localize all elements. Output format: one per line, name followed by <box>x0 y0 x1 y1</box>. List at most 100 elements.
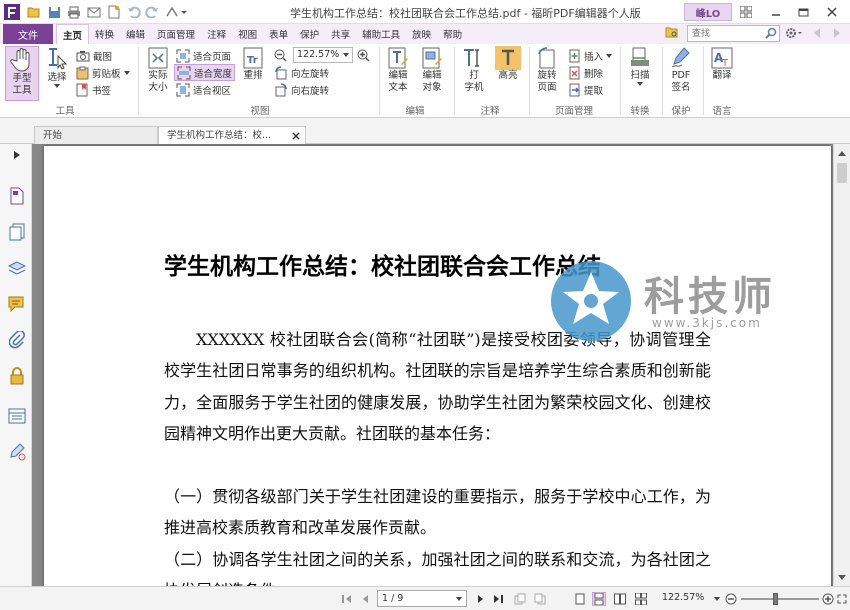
search-input[interactable] <box>688 26 760 41</box>
single-page-view-icon[interactable] <box>573 592 587 606</box>
new-document-icon[interactable] <box>106 4 122 20</box>
comments-icon[interactable] <box>7 294 27 314</box>
tab-presentation[interactable]: 放映 <box>406 24 437 44</box>
tab-help[interactable]: 帮助 <box>437 24 468 44</box>
expand-panel-icon[interactable] <box>7 148 27 162</box>
reflow-button[interactable]: Tr 重排 <box>240 46 266 101</box>
status-bar: 1 / 9 122.57% <box>0 586 850 610</box>
layers-pages-icon[interactable] <box>7 222 27 242</box>
hand-tool-button[interactable]: 手型 工具 <box>5 46 39 101</box>
fullscreen-icon[interactable] <box>836 592 848 606</box>
zoom-select[interactable]: 122.57% <box>293 47 353 63</box>
minimize-icon[interactable] <box>768 4 784 20</box>
extract-page-button[interactable]: 提取 <box>568 81 603 98</box>
continuous-view-icon[interactable] <box>592 592 606 606</box>
group-label-convert: 转换 <box>630 106 650 117</box>
folder-search-icon[interactable] <box>665 26 681 42</box>
settings-gear-icon[interactable] <box>784 26 804 42</box>
navigation-sidebar <box>0 144 32 586</box>
edit-object-button[interactable]: 编辑 对象 <box>416 46 448 101</box>
close-icon[interactable] <box>824 4 840 20</box>
rotate-right-button[interactable]: 向右旋转 <box>274 81 329 98</box>
form-fields-icon[interactable] <box>7 406 27 426</box>
file-menu[interactable]: 文件 <box>3 24 53 44</box>
tab-home[interactable]: 主页 <box>56 24 90 45</box>
attachment-icon[interactable] <box>7 330 27 350</box>
zoom-out-icon[interactable] <box>724 592 738 606</box>
select-tool-button[interactable]: 选择 <box>43 46 71 101</box>
fit-page-button[interactable]: 适合页面 <box>176 47 231 64</box>
fit-visible-button[interactable]: 适合视区 <box>176 81 231 98</box>
scrollbar-thumb[interactable] <box>837 163 847 183</box>
last-page-icon[interactable] <box>491 592 505 606</box>
pages-thumbnail-icon[interactable] <box>7 186 27 206</box>
chevron-down-icon <box>637 82 643 86</box>
zoom-in-icon[interactable] <box>357 49 371 63</box>
continuous-facing-view-icon[interactable] <box>634 592 648 606</box>
user-badge[interactable]: 峰LO <box>684 3 732 21</box>
zoom-menu-chevron-icon[interactable] <box>712 592 722 606</box>
scroll-down-icon[interactable] <box>834 569 850 585</box>
prev-page-icon[interactable] <box>358 592 372 606</box>
undo-icon[interactable] <box>126 4 142 20</box>
insert-page-button[interactable]: 插入 <box>568 47 615 64</box>
customize-toolbar-icon[interactable] <box>164 4 188 20</box>
open-icon[interactable] <box>26 4 42 20</box>
fit-width-button[interactable]: 适合宽度 <box>174 64 236 81</box>
highlight-button[interactable]: 高亮 <box>493 46 523 101</box>
tab-protect[interactable]: 保护 <box>294 24 325 44</box>
print-icon[interactable] <box>66 4 82 20</box>
next-page-icon[interactable] <box>474 592 488 606</box>
tab-share[interactable]: 共享 <box>325 24 356 44</box>
rotate-left-button[interactable]: 向左旋转 <box>274 64 329 81</box>
tab-accessibility[interactable]: 辅助工具 <box>356 24 406 44</box>
nav-forward-icon[interactable] <box>832 27 844 41</box>
signature-panel-icon[interactable] <box>7 442 27 462</box>
pdf-sign-button[interactable]: PDF 签名 <box>666 46 696 101</box>
search-icon[interactable] <box>765 27 777 39</box>
document-viewport[interactable]: 学生机构工作总结：校社团联合会工作总结 XXXXXX 校社团联合会(简称“社团联… <box>32 144 833 586</box>
clipboard-button[interactable]: 剪贴板 <box>76 64 133 81</box>
group-label-comment: 注释 <box>480 106 500 117</box>
facing-view-icon[interactable] <box>613 592 627 606</box>
tab-convert[interactable]: 转换 <box>89 24 120 44</box>
tab-form[interactable]: 表单 <box>263 24 294 44</box>
restore-icon[interactable] <box>795 4 811 20</box>
zoom-level[interactable]: 122.57% <box>662 592 704 603</box>
lock-icon[interactable] <box>7 366 27 386</box>
rotate-page-button[interactable]: 旋转 页面 <box>533 46 561 101</box>
snapshot-button[interactable]: 截图 <box>76 47 112 64</box>
tab-page-management[interactable]: 页面管理 <box>151 24 201 44</box>
email-icon[interactable] <box>86 4 102 20</box>
scroll-up-icon[interactable] <box>834 145 850 161</box>
delete-page-button[interactable]: 删除 <box>568 64 603 81</box>
zoom-out-icon[interactable] <box>274 49 288 63</box>
translate-button[interactable]: AT 翻译 <box>707 46 737 101</box>
first-page-icon[interactable] <box>340 592 354 606</box>
next-view-icon[interactable] <box>533 592 547 606</box>
app-grid-icon[interactable] <box>738 4 754 20</box>
previous-view-icon[interactable] <box>513 592 527 606</box>
tab-comment[interactable]: 注释 <box>201 24 232 44</box>
document-paragraph: （二）协调各学生社团之间的关系，加强社团之间的联系和交流，为各社团之协发展创造条… <box>164 550 711 586</box>
tab-view[interactable]: 视图 <box>232 24 263 44</box>
page-number-field[interactable]: 1 / 9 <box>377 590 467 607</box>
scan-button[interactable]: 扫描 <box>626 46 654 101</box>
close-tab-icon[interactable] <box>292 132 300 140</box>
layers-icon[interactable] <box>7 258 27 278</box>
nav-back-icon[interactable] <box>812 27 824 41</box>
edit-text-button[interactable]: 编辑 文本 <box>384 46 412 101</box>
tab-edit[interactable]: 编辑 <box>120 24 151 44</box>
actual-size-button[interactable]: 实际 大小 <box>143 46 173 101</box>
bookmark-button[interactable]: 书签 <box>76 81 111 98</box>
redo-icon[interactable] <box>144 4 160 20</box>
tab-start[interactable]: 开始 <box>34 126 158 144</box>
chevron-down-icon <box>343 53 349 57</box>
save-icon[interactable] <box>46 4 62 20</box>
zoom-in-icon[interactable] <box>821 592 835 606</box>
zoom-slider-handle[interactable] <box>773 593 778 605</box>
zoom-slider[interactable] <box>741 593 819 605</box>
vertical-scrollbar[interactable] <box>833 144 850 586</box>
typewriter-button[interactable]: 打 字机 <box>460 46 488 101</box>
tab-document[interactable]: 学生机构工作总结：校... <box>158 126 306 145</box>
